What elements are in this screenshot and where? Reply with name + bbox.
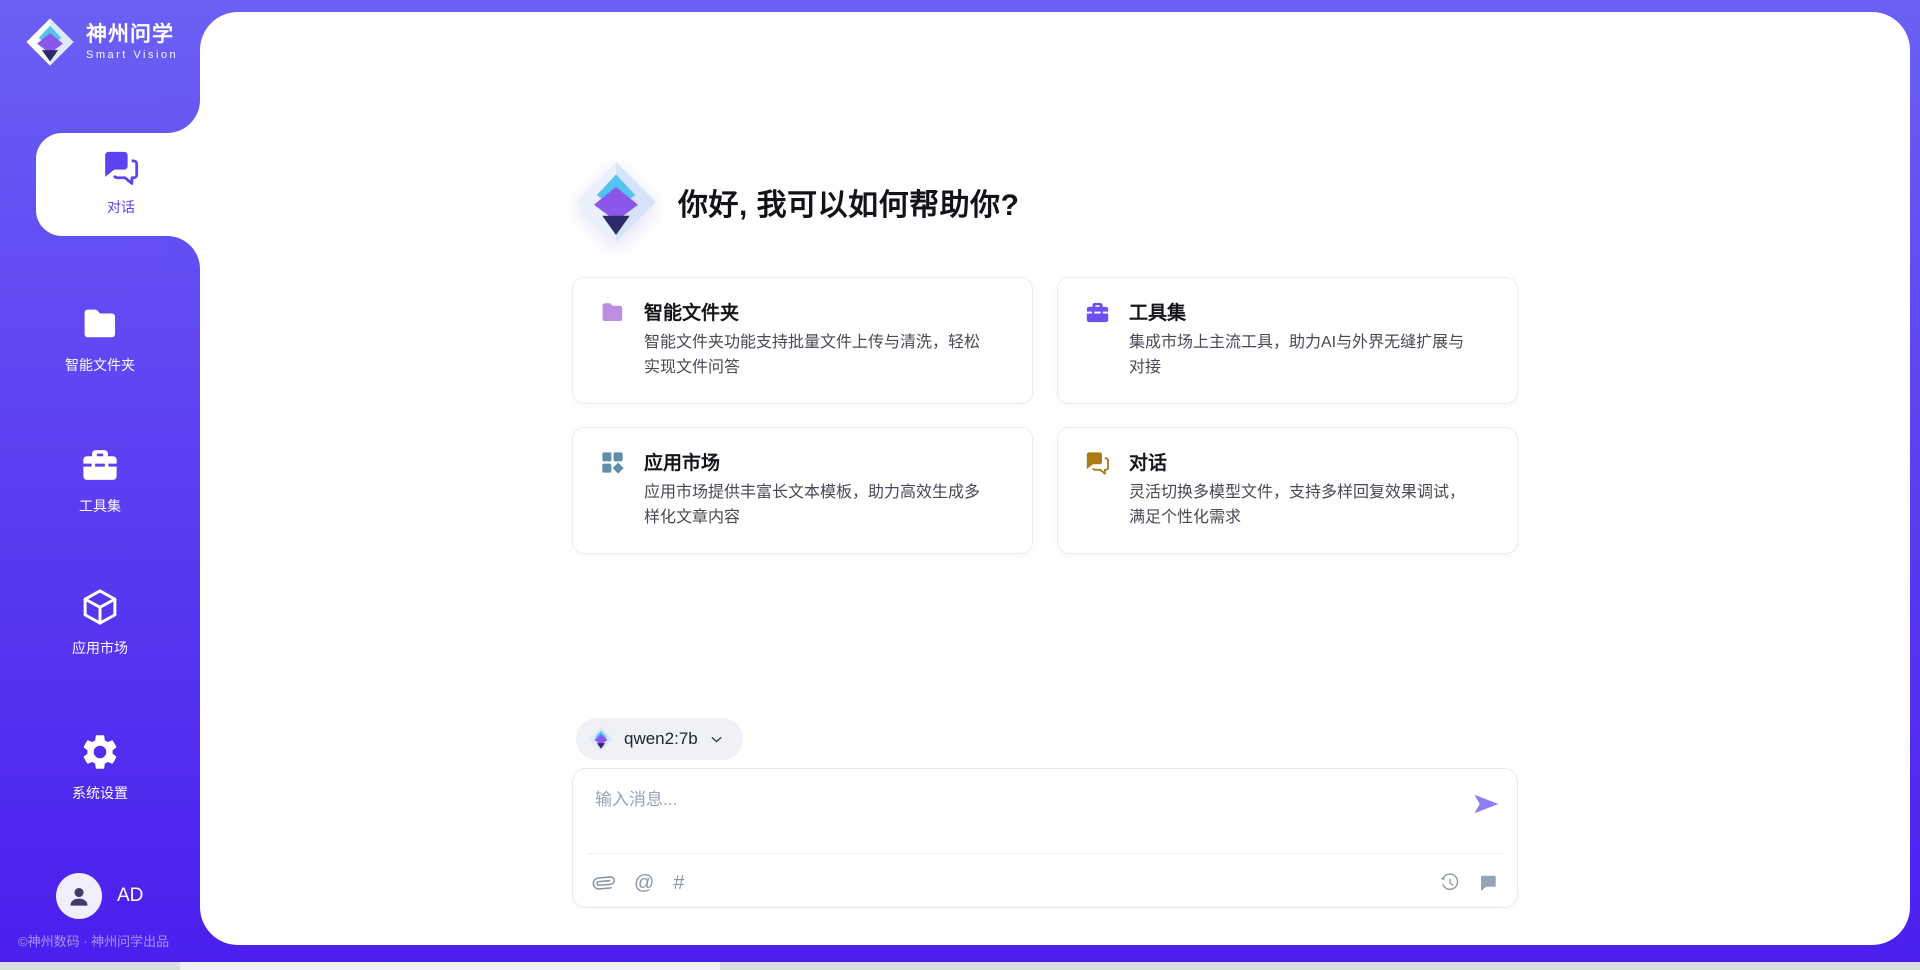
sidebar-item-label: 智能文件夹 bbox=[0, 355, 200, 375]
card-title: 应用市场 bbox=[644, 448, 720, 475]
sidebar-item-label: 系统设置 bbox=[0, 783, 200, 803]
tab-curve-bottom bbox=[167, 236, 200, 269]
message-composer: @ # bbox=[572, 768, 1518, 908]
toolbox-icon bbox=[1084, 299, 1111, 326]
greeting-block: 你好, 我可以如何帮助你? bbox=[572, 158, 1020, 246]
page-title: 你好, 我可以如何帮助你? bbox=[678, 180, 1020, 224]
chat-bubble-icon[interactable] bbox=[1477, 872, 1499, 894]
folder-icon bbox=[599, 299, 626, 326]
sidebar: 神州问学 Smart Vision 对话 智能文件夹 bbox=[0, 0, 200, 970]
cube-icon bbox=[79, 586, 121, 628]
sidebar-item-label: 对话 bbox=[36, 197, 206, 217]
composer-tools-right bbox=[1439, 872, 1499, 894]
model-selector[interactable]: qwen2:7b bbox=[576, 718, 743, 760]
card-description: 应用市场提供丰富长文本模板，助力高效生成多样化文章内容 bbox=[644, 481, 994, 531]
person-icon bbox=[65, 882, 93, 910]
sidebar-item-settings[interactable]: 系统设置 bbox=[0, 731, 200, 803]
diamond-logo-icon bbox=[24, 16, 76, 68]
gear-icon bbox=[79, 731, 121, 773]
attachment-icon[interactable] bbox=[589, 868, 620, 899]
sidebar-item-app-market[interactable]: 应用市场 bbox=[0, 586, 200, 658]
model-name: qwen2:7b bbox=[624, 729, 698, 749]
sidebar-item-toolset[interactable]: 工具集 bbox=[0, 444, 200, 516]
brand-subtitle: Smart Vision bbox=[86, 49, 178, 61]
sidebar-item-smart-folder[interactable]: 智能文件夹 bbox=[0, 303, 200, 375]
card-title: 对话 bbox=[1129, 448, 1167, 475]
composer-divider bbox=[587, 853, 1503, 854]
brand-name: 神州问学 bbox=[86, 23, 178, 47]
mention-icon[interactable]: @ bbox=[634, 872, 654, 894]
card-description: 智能文件夹功能支持批量文件上传与清洗，轻松实现文件问答 bbox=[644, 331, 994, 381]
copyright-footer: ©神州数码 · 神州问学出品 bbox=[18, 931, 169, 950]
sidebar-item-label: 工具集 bbox=[0, 496, 200, 516]
composer-tools-left: @ # bbox=[593, 872, 684, 894]
avatar bbox=[56, 873, 102, 919]
history-icon[interactable] bbox=[1439, 872, 1461, 894]
chat-icon bbox=[101, 147, 141, 187]
card-title: 智能文件夹 bbox=[644, 298, 739, 325]
card-app-market[interactable]: 应用市场 应用市场提供丰富长文本模板，助力高效生成多样化文章内容 bbox=[572, 427, 1033, 554]
card-description: 集成市场上主流工具，助力AI与外界无缝扩展与对接 bbox=[1129, 331, 1479, 381]
chat-icon bbox=[1084, 449, 1111, 476]
sidebar-item-label: 应用市场 bbox=[0, 638, 200, 658]
card-smart-folder[interactable]: 智能文件夹 智能文件夹功能支持批量文件上传与清洗，轻松实现文件问答 bbox=[572, 277, 1033, 404]
brand-logo: 神州问学 Smart Vision bbox=[24, 16, 178, 68]
chevron-down-icon bbox=[708, 731, 725, 748]
feature-cards: 智能文件夹 智能文件夹功能支持批量文件上传与清洗，轻松实现文件问答 工具集 集成… bbox=[572, 277, 1518, 554]
card-description: 灵活切换多模型文件，支持多样回复效果调试，满足个性化需求 bbox=[1129, 481, 1479, 531]
sidebar-item-chat[interactable]: 对话 bbox=[36, 133, 206, 236]
diamond-logo-icon bbox=[588, 726, 614, 752]
folder-icon bbox=[79, 303, 121, 345]
diamond-logo-icon bbox=[572, 158, 660, 246]
message-input[interactable] bbox=[593, 783, 1437, 845]
card-title: 工具集 bbox=[1129, 298, 1186, 325]
scrollbar-thumb[interactable] bbox=[180, 962, 720, 970]
card-toolset[interactable]: 工具集 集成市场上主流工具，助力AI与外界无缝扩展与对接 bbox=[1057, 277, 1518, 404]
card-chat[interactable]: 对话 灵活切换多模型文件，支持多样回复效果调试，满足个性化需求 bbox=[1057, 427, 1518, 554]
toolbox-icon bbox=[79, 444, 121, 486]
hashtag-icon[interactable]: # bbox=[673, 872, 684, 894]
user-account[interactable]: AD bbox=[56, 873, 143, 919]
apps-icon bbox=[599, 449, 626, 476]
send-icon[interactable] bbox=[1471, 789, 1501, 819]
tab-curve-top bbox=[167, 100, 200, 133]
horizontal-scrollbar[interactable] bbox=[0, 962, 1920, 970]
main-panel: 你好, 我可以如何帮助你? 智能文件夹 智能文件夹功能支持批量文件上传与清洗，轻… bbox=[200, 12, 1910, 945]
user-initials: AD bbox=[117, 885, 143, 907]
